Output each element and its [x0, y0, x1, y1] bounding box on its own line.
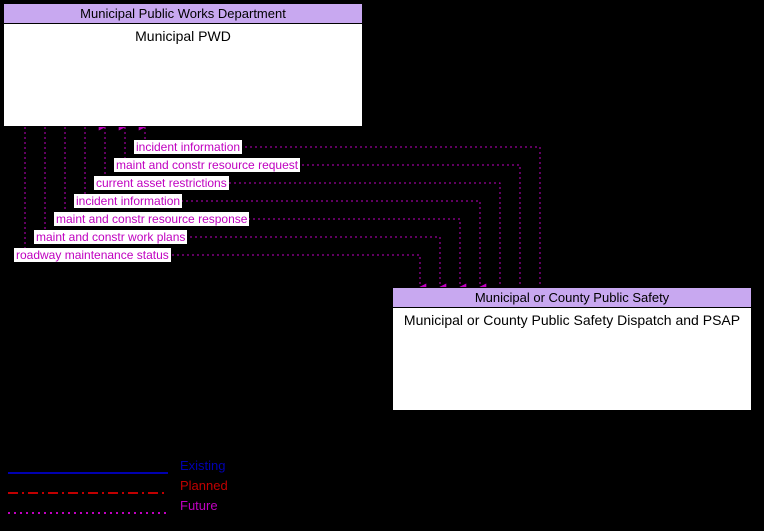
legend-swatch-existing: [8, 464, 168, 466]
flow-label: maint and constr resource response: [54, 212, 249, 226]
node-public-safety-psap[interactable]: Municipal or County Public Safety Munici…: [392, 287, 752, 411]
node-body: Municipal or County Public Safety Dispat…: [393, 308, 751, 332]
node-municipal-pwd[interactable]: Municipal Public Works Department Munici…: [3, 3, 363, 127]
node-header: Municipal or County Public Safety: [393, 288, 751, 308]
node-body: Municipal PWD: [4, 24, 362, 48]
legend-label: Planned: [180, 478, 228, 493]
legend-row-future: Future: [8, 497, 228, 513]
legend-swatch-future: [8, 504, 168, 506]
flow-label: roadway maintenance status: [14, 248, 171, 262]
flow-label: maint and constr resource request: [114, 158, 300, 172]
legend-swatch-planned: [8, 484, 168, 486]
legend-row-existing: Existing: [8, 457, 228, 473]
legend-row-planned: Planned: [8, 477, 228, 493]
flow-label: current asset restrictions: [94, 176, 229, 190]
flow-label: maint and constr work plans: [34, 230, 187, 244]
flow-label: incident information: [134, 140, 242, 154]
node-header: Municipal Public Works Department: [4, 4, 362, 24]
flow-label: incident information: [74, 194, 182, 208]
legend-label: Existing: [180, 458, 226, 473]
diagram-canvas: Municipal Public Works Department Munici…: [0, 0, 764, 531]
legend: Existing Planned Future: [8, 453, 228, 517]
legend-label: Future: [180, 498, 218, 513]
